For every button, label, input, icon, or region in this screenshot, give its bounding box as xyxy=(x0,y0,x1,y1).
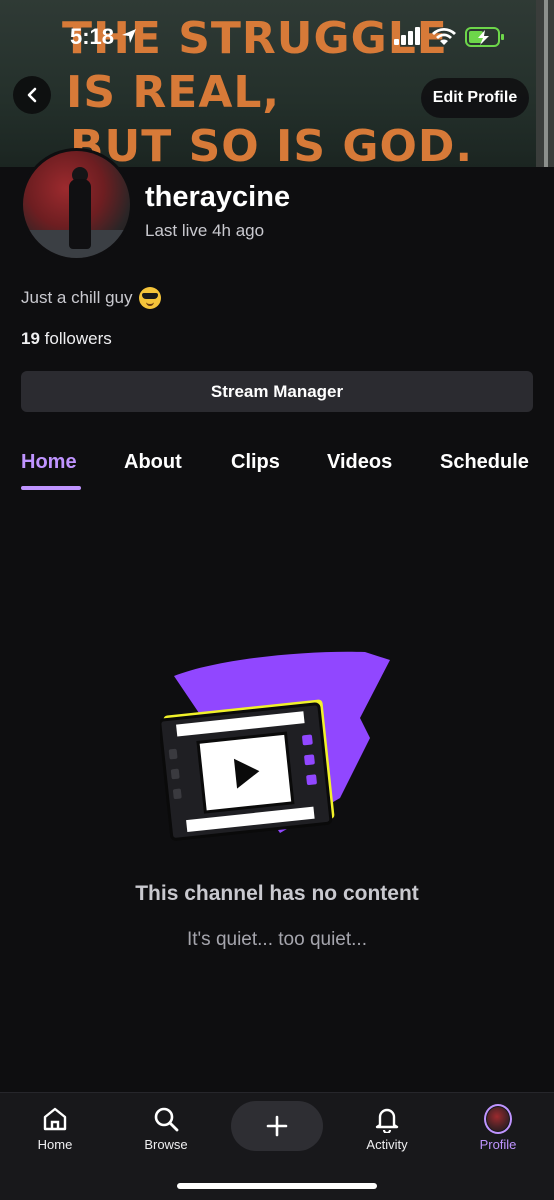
nav-browse[interactable]: Browse xyxy=(121,1093,211,1152)
status-bar: 5:18 xyxy=(0,0,554,76)
followers-number: 19 xyxy=(21,329,40,348)
empty-content-illustration xyxy=(160,651,390,841)
username: theraycine xyxy=(145,181,291,213)
nav-profile-label: Profile xyxy=(479,1137,517,1152)
bio: Just a chill guy xyxy=(21,287,161,309)
avatar-icon xyxy=(484,1104,512,1134)
last-live-text: Last live 4h ago xyxy=(145,221,265,240)
tab-about[interactable]: About xyxy=(124,451,182,474)
active-tab-indicator xyxy=(21,486,81,490)
edit-profile-button[interactable]: Edit Profile xyxy=(421,78,529,118)
tab-schedule[interactable]: Schedule xyxy=(440,451,529,474)
nav-browse-label: Browse xyxy=(144,1137,188,1152)
tab-clips[interactable]: Clips xyxy=(231,451,280,474)
empty-state-subtitle: It's quiet... too quiet... xyxy=(186,929,367,950)
bio-text: Just a chill guy xyxy=(21,288,133,307)
nav-home[interactable]: Home xyxy=(10,1093,100,1152)
followers-count[interactable]: 19 followers xyxy=(21,329,112,349)
followers-label: followers xyxy=(44,329,112,348)
sunglasses-emoji-icon xyxy=(138,287,161,309)
search-icon xyxy=(154,1107,179,1132)
bell-icon xyxy=(375,1108,399,1133)
avatar[interactable] xyxy=(20,148,133,261)
avatar-image xyxy=(23,151,130,258)
tab-videos[interactable]: Videos xyxy=(327,451,392,474)
back-button[interactable] xyxy=(13,76,51,114)
nav-activity[interactable]: Activity xyxy=(342,1093,432,1152)
home-icon xyxy=(43,1107,67,1131)
cellular-signal-icon xyxy=(394,27,420,45)
create-button[interactable] xyxy=(231,1101,323,1151)
plus-icon xyxy=(266,1115,288,1137)
home-indicator xyxy=(177,1183,377,1189)
banner-line-3: BUT SO IS GOD. xyxy=(70,121,474,167)
nav-profile[interactable]: Profile xyxy=(453,1093,543,1152)
tab-home[interactable]: Home xyxy=(21,451,77,474)
battery-charging-icon xyxy=(465,27,504,47)
nav-activity-label: Activity xyxy=(366,1137,408,1152)
stream-manager-button[interactable]: Stream Manager xyxy=(21,371,533,412)
status-time: 5:18 xyxy=(70,24,115,49)
chevron-left-icon xyxy=(27,87,37,103)
nav-home-label: Home xyxy=(37,1137,73,1152)
location-arrow-icon xyxy=(122,29,136,43)
empty-state-title: This channel has no content xyxy=(135,882,419,905)
wifi-icon xyxy=(432,28,456,45)
